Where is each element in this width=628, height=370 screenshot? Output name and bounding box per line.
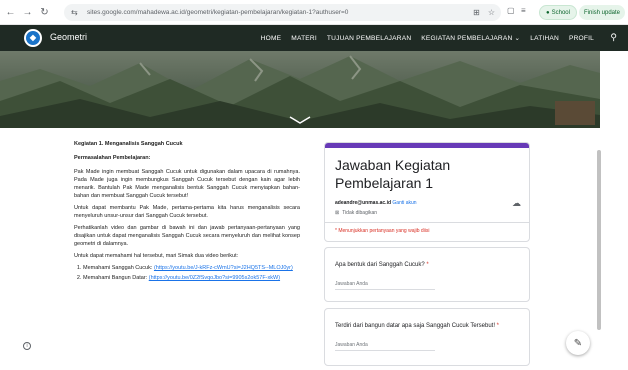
extension-icon[interactable]: ▢ <box>507 6 515 15</box>
cloud-save-icon: ☁ <box>512 198 521 208</box>
answer-input[interactable]: Jawaban Anda <box>335 281 435 290</box>
nav-tujuan-pembelajaran[interactable]: TUJUAN PEMBELAJARAN <box>327 35 411 42</box>
question-text: Terdiri dari bangun datar apa saja Sangg… <box>335 323 495 329</box>
list-item-text: Memahami Sanggah Cucuk: <box>83 265 154 271</box>
divider <box>325 222 529 223</box>
answer-input[interactable]: Jawaban Anda <box>335 342 435 351</box>
url-text: sites.google.com/mahadewa.ac.id/geometri… <box>87 9 349 16</box>
question-label: Apa bentuk dari Sanggah Cucuk? * <box>335 262 429 268</box>
problem-paragraph: Pak Made ingin membuat Sanggah Cucuk unt… <box>74 169 300 199</box>
finish-update-label: Finish update <box>583 9 621 16</box>
form-accent-bar <box>325 143 529 148</box>
school-label: School <box>551 9 570 16</box>
account-line: adeandre@unmas.ac.id Ganti akun <box>335 200 417 206</box>
profile-icon: ● <box>546 9 550 16</box>
video-link[interactable]: (https://youtu.be/0Z2fSvqoJbo?si=9905s2o… <box>149 275 280 281</box>
site-logo[interactable]: ◆ <box>24 29 42 47</box>
problem-heading: Permasalahan Pembelajaran: <box>74 155 151 161</box>
address-bar[interactable]: ⇆ sites.google.com/mahadewa.ac.id/geomet… <box>64 4 501 21</box>
not-shared-line: ⊠ Tidak dibagikan <box>335 210 377 216</box>
question-card: Terdiri dari bangun datar apa saja Sangg… <box>324 308 530 366</box>
nav-profil[interactable]: PROFIL <box>569 35 594 42</box>
reload-icon[interactable]: ↻ <box>38 6 51 19</box>
switch-account-link[interactable]: Ganti akun <box>392 200 416 206</box>
question-label: Terdiri dari bangun datar apa saja Sangg… <box>335 323 499 329</box>
scrollbar-thumb[interactable] <box>597 150 601 330</box>
question-text: Apa bentuk dari Sanggah Cucuk? <box>335 262 425 268</box>
header-banner-image <box>0 51 600 128</box>
observe-paragraph: Perhatikanlah video dan gambar di bawah … <box>74 225 300 247</box>
list-item: Memahami Bangun Datar: (https://youtu.be… <box>83 274 300 282</box>
list-item-text: Memahami Bangun Datar: <box>83 275 149 281</box>
question-card: Apa bentuk dari Sanggah Cucuk? * Jawaban… <box>324 247 530 302</box>
video-list: Memahami Sanggah Cucuk: (https://youtu.b… <box>74 264 300 282</box>
required-note: * Menunjukkan pertanyaan yang wajib diis… <box>335 228 430 234</box>
scrollbar-track[interactable] <box>600 51 628 370</box>
site-title[interactable]: Geometri <box>50 32 87 42</box>
account-email: adeandre@unmas.ac.id <box>335 200 392 206</box>
finish-update-button[interactable]: Finish update <box>579 5 625 20</box>
required-star: * <box>426 262 429 268</box>
nav-latihan[interactable]: LATIHAN <box>530 35 559 42</box>
site-header: ◆ Geometri HOME MATERI TUJUAN PEMBELAJAR… <box>0 25 628 51</box>
video-intro-paragraph: Untuk dapat memahami hal tersebut, mari … <box>74 253 239 259</box>
media-icon[interactable]: ≡ <box>521 6 526 15</box>
form-header-card: Jawaban Kegiatan Pembelajaran 1 adeandre… <box>324 142 530 242</box>
info-icon[interactable]: i <box>23 342 31 350</box>
nav-home[interactable]: HOME <box>261 35 282 42</box>
school-profile-button[interactable]: ● School <box>539 5 577 20</box>
not-shared-icon: ⊠ <box>335 210 340 216</box>
translate-icon[interactable]: ⊞ <box>473 8 480 17</box>
form-title: Jawaban Kegiatan Pembelajaran 1 <box>335 157 451 191</box>
list-item: Memahami Sanggah Cucuk: (https://youtu.b… <box>83 264 300 272</box>
video-link[interactable]: (https://youtu.be/J-kRFz-cWmU?si=J2HQ5TS… <box>154 265 293 271</box>
edit-pencil-button[interactable]: ✎ <box>566 331 590 355</box>
required-star: * <box>496 323 500 329</box>
search-icon[interactable]: ⚲ <box>610 32 617 43</box>
pencil-icon: ✎ <box>573 337 583 349</box>
nav-kegiatan-pembelajaran[interactable]: KEGIATAN PEMBELAJARAN ⌄ <box>421 34 520 42</box>
instruction-paragraph: Untuk dapat membantu Pak Made, pertama-p… <box>74 205 300 219</box>
bookmark-star-icon[interactable]: ☆ <box>488 8 495 17</box>
site-info-icon[interactable]: ⇆ <box>71 8 81 18</box>
forward-icon[interactable]: → <box>21 6 34 19</box>
activity-heading: Kegiatan 1. Menganalisis Sanggah Cucuk <box>74 141 183 147</box>
not-shared-text: Tidak dibagikan <box>342 210 378 216</box>
activity-content: Kegiatan 1. Menganalisis Sanggah Cucuk P… <box>74 140 300 284</box>
browser-toolbar: ← → ↻ ⇆ sites.google.com/mahadewa.ac.id/… <box>0 0 628 25</box>
nav-materi[interactable]: MATERI <box>291 35 317 42</box>
site-nav: HOME MATERI TUJUAN PEMBELAJARAN KEGIATAN… <box>261 25 594 51</box>
back-icon[interactable]: ← <box>4 6 17 19</box>
logo-mark-icon: ◆ <box>26 31 40 45</box>
